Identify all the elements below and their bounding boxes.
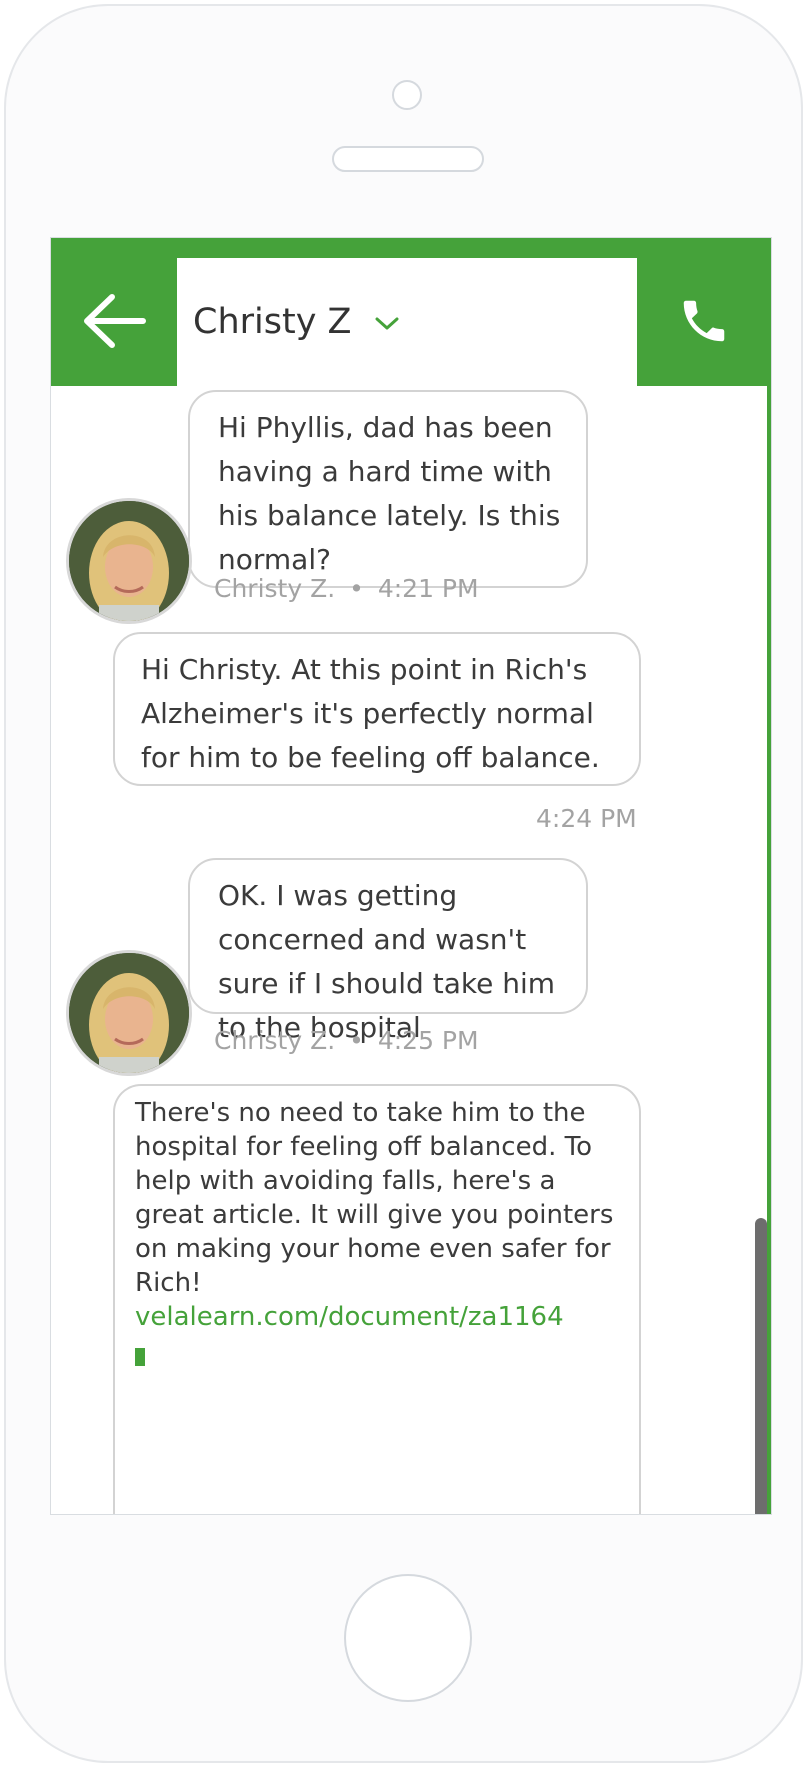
message-meta: Christy Z. • 4:21 PM (214, 574, 479, 603)
article-link[interactable]: velalearn.com/document/za1164 (135, 1302, 564, 1332)
phone-icon (683, 300, 725, 342)
message-bubble-incoming: Hi Phyllis, dad has been having a hard t… (188, 390, 588, 588)
message-text: Hi Christy. At this point in Rich's Alzh… (141, 653, 600, 774)
message-meta: Christy Z. • 4:25 PM (214, 1026, 479, 1055)
meta-separator: • (349, 1026, 364, 1055)
contact-avatar (66, 498, 192, 624)
message-bubble-outgoing: There's no need to take him to the hospi… (113, 1084, 641, 1514)
arrow-left-icon (84, 294, 146, 348)
contact-avatar (66, 950, 192, 1076)
text-cursor (135, 1348, 145, 1366)
meta-separator: • (349, 574, 364, 603)
front-camera (392, 80, 422, 110)
back-button[interactable] (51, 256, 177, 386)
message-time: 4:25 PM (377, 1026, 479, 1055)
phone-frame: Christy Z Hi Phyllis, dad has been havin… (4, 4, 803, 1763)
earpiece-speaker (332, 146, 484, 172)
chat-header: Christy Z (51, 238, 771, 386)
message-meta: 4:24 PM (536, 804, 637, 833)
contact-name: Christy Z (193, 302, 352, 342)
message-text: There's no need to take him to the hospi… (135, 1098, 614, 1298)
message-text: Hi Phyllis, dad has been having a hard t… (218, 411, 561, 576)
scrollbar-thumb[interactable] (755, 1218, 767, 1514)
home-button[interactable] (344, 1574, 472, 1702)
sender-name: Christy Z. (214, 1026, 336, 1055)
chat-screen: Christy Z Hi Phyllis, dad has been havin… (51, 238, 771, 1514)
message-time: 4:21 PM (377, 574, 479, 603)
message-bubble-incoming: OK. I was getting concerned and wasn't s… (188, 858, 588, 1044)
chevron-down-icon[interactable] (374, 316, 400, 336)
message-text: OK. I was getting concerned and wasn't s… (218, 879, 555, 1044)
sender-name: Christy Z. (214, 574, 336, 603)
call-button[interactable] (637, 256, 771, 386)
screen-edge-accent (767, 386, 771, 1514)
message-time: 4:24 PM (536, 804, 637, 833)
message-bubble-outgoing: Hi Christy. At this point in Rich's Alzh… (113, 632, 641, 786)
contact-selector[interactable]: Christy Z (177, 258, 637, 386)
